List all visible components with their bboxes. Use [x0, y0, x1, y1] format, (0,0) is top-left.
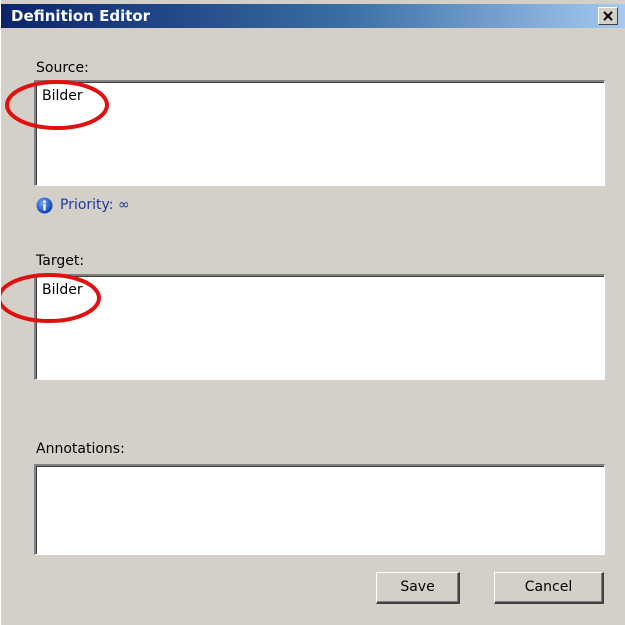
save-button[interactable]: Save [376, 572, 460, 604]
priority-text: Priority: ∞ [60, 197, 130, 213]
target-label: Target: [36, 253, 85, 269]
info-icon [36, 197, 53, 214]
dialog-title: Definition Editor [11, 7, 151, 25]
cancel-button[interactable]: Cancel [494, 572, 604, 604]
title-bar[interactable]: Definition Editor [1, 4, 625, 28]
annotations-label: Annotations: [36, 441, 125, 457]
close-button[interactable] [598, 7, 618, 25]
definition-editor-dialog: Definition Editor Source: Bilder Priorit… [0, 0, 625, 625]
source-input[interactable]: Bilder [34, 80, 605, 186]
target-value: Bilder [42, 282, 83, 298]
target-input[interactable]: Bilder [34, 274, 605, 380]
source-label: Source: [36, 60, 89, 76]
close-icon [602, 10, 614, 26]
source-value: Bilder [42, 88, 83, 104]
annotations-input[interactable] [34, 464, 605, 555]
